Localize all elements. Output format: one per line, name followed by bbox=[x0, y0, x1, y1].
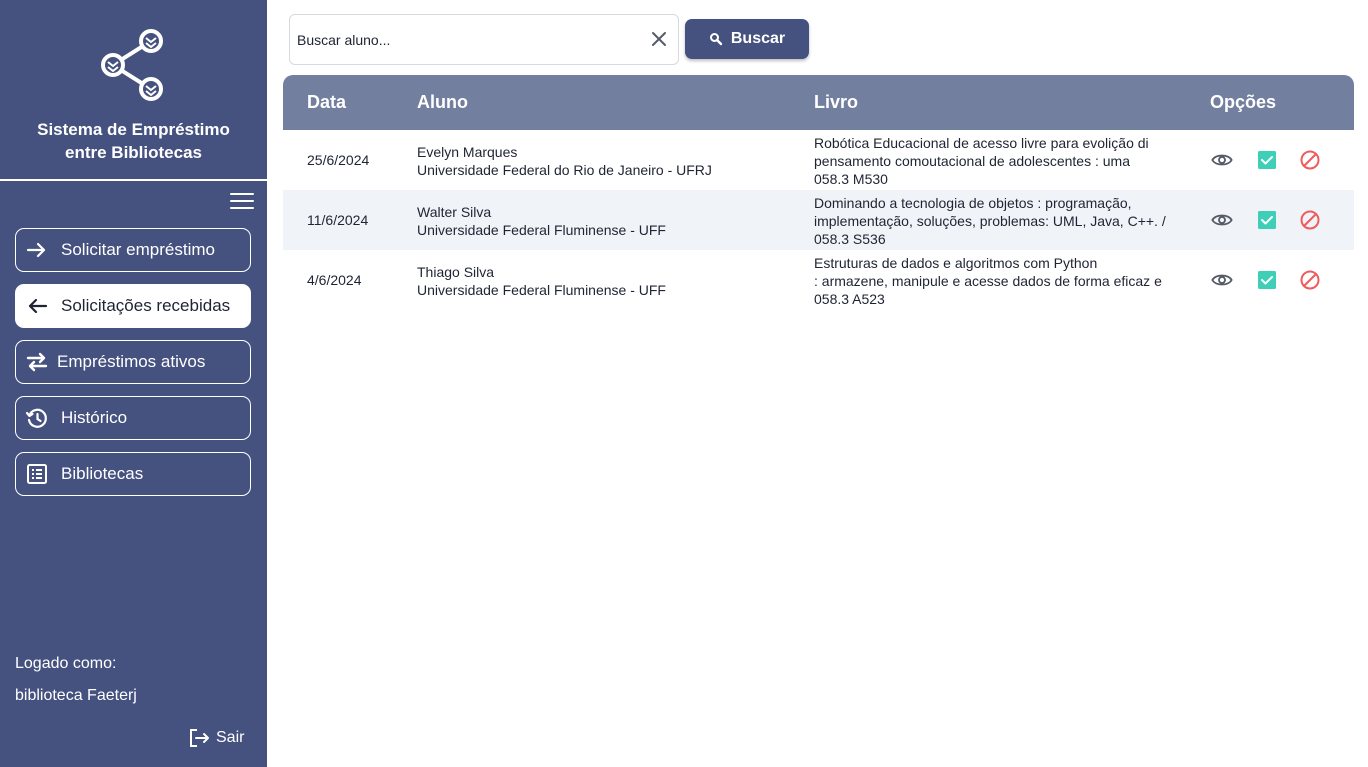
header-opcoes: Opções bbox=[1210, 92, 1277, 112]
logout-icon bbox=[188, 727, 210, 749]
sidebar-item-label: Bibliotecas bbox=[61, 464, 144, 483]
table-header: Data Aluno Livro Opções bbox=[283, 75, 1354, 130]
logout-label: Sair bbox=[216, 729, 245, 746]
sidebar-item-label: Solicitar empréstimo bbox=[61, 240, 215, 259]
book-title-line2: pensamento comoutacional de adolescentes… bbox=[814, 153, 1130, 169]
sidebar-item-historico[interactable]: Histórico bbox=[15, 396, 251, 440]
sidebar-item-label: Histórico bbox=[61, 408, 128, 427]
close-icon[interactable] bbox=[650, 30, 668, 48]
share-logo-icon bbox=[101, 29, 163, 101]
row-date: 4/6/2024 bbox=[307, 272, 362, 288]
search-button-label: Buscar bbox=[730, 30, 786, 47]
row-date: 25/6/2024 bbox=[307, 152, 370, 168]
approve-checkbox-icon[interactable] bbox=[1256, 209, 1278, 231]
book-title-line2: implementação, soluções, problemas: UML,… bbox=[814, 213, 1166, 229]
sidebar-item-solicitacoes-recebidas[interactable]: Solicitações recebidas bbox=[15, 284, 251, 328]
search-box bbox=[289, 14, 679, 65]
book-title-line1: Robótica Educacional de acesso livre par… bbox=[814, 135, 1149, 151]
row-book: Estruturas de dados e algoritmos com Pyt… bbox=[814, 254, 1189, 308]
arrow-right-icon bbox=[25, 238, 49, 262]
search-button[interactable]: Buscar bbox=[685, 19, 809, 59]
sidebar-item-bibliotecas[interactable]: Bibliotecas bbox=[15, 452, 251, 496]
eye-icon[interactable] bbox=[1211, 269, 1233, 291]
sidebar: Sistema de Empréstimo entre Bibliotecas … bbox=[0, 0, 267, 767]
logout-button[interactable]: Sair bbox=[188, 727, 244, 749]
student-name: Walter Silva bbox=[417, 204, 492, 220]
table-row: 25/6/2024 Evelyn Marques Universidade Fe… bbox=[283, 130, 1354, 190]
app-title-line2: entre Bibliotecas bbox=[65, 143, 202, 162]
book-title-line1: Dominando a tecnologia de objetos : prog… bbox=[814, 195, 1132, 211]
row-student: Thiago Silva Universidade Federal Flumin… bbox=[417, 263, 666, 299]
book-callnumber: 058.3 S536 bbox=[814, 231, 886, 247]
logged-user-name: biblioteca Faeterj bbox=[15, 687, 137, 704]
sidebar-item-label: Empréstimos ativos bbox=[57, 352, 206, 371]
row-student: Walter Silva Universidade Federal Flumin… bbox=[417, 203, 666, 239]
table-row: 11/6/2024 Walter Silva Universidade Fede… bbox=[283, 190, 1354, 250]
book-callnumber: 058.3 M530 bbox=[814, 171, 888, 187]
sidebar-item-emprestimos-ativos[interactable]: Empréstimos ativos bbox=[15, 340, 251, 384]
swap-icon bbox=[25, 350, 49, 374]
student-name: Thiago Silva bbox=[417, 264, 495, 280]
logged-as-label: Logado como: bbox=[15, 655, 117, 672]
student-university: Universidade Federal Fluminense - UFF bbox=[417, 282, 666, 298]
header-livro: Livro bbox=[814, 92, 859, 112]
eye-icon[interactable] bbox=[1211, 209, 1233, 231]
approve-checkbox-icon[interactable] bbox=[1256, 269, 1278, 291]
arrow-left-icon bbox=[25, 294, 49, 318]
app-title: Sistema de Empréstimo entre Bibliotecas bbox=[0, 118, 267, 164]
book-callnumber: 058.3 A523 bbox=[814, 291, 885, 307]
requests-table: Data Aluno Livro Opções 25/6/2024 Evelyn… bbox=[283, 75, 1354, 310]
row-student: Evelyn Marques Universidade Federal do R… bbox=[417, 143, 712, 179]
list-icon bbox=[25, 462, 49, 486]
student-university: Universidade Federal do Rio de Janeiro -… bbox=[417, 162, 712, 178]
sidebar-divider bbox=[0, 179, 267, 181]
search-input[interactable] bbox=[297, 29, 637, 51]
row-date: 11/6/2024 bbox=[307, 212, 369, 228]
search-icon bbox=[709, 33, 723, 46]
hamburger-icon[interactable] bbox=[230, 193, 254, 210]
header-data: Data bbox=[307, 92, 347, 112]
book-title-line2: : armazene, manipule e acesse dados de f… bbox=[814, 273, 1162, 289]
reject-icon[interactable] bbox=[1299, 149, 1321, 171]
app-root: Sistema de Empréstimo entre Bibliotecas … bbox=[0, 0, 1368, 767]
brand-header: Sistema de Empréstimo entre Bibliotecas bbox=[0, 0, 267, 180]
eye-icon[interactable] bbox=[1211, 149, 1233, 171]
app-title-line1: Sistema de Empréstimo bbox=[37, 120, 230, 139]
header-aluno: Aluno bbox=[417, 92, 468, 112]
row-book: Dominando a tecnologia de objetos : prog… bbox=[814, 194, 1189, 248]
student-name: Evelyn Marques bbox=[417, 144, 518, 160]
approve-checkbox-icon[interactable] bbox=[1256, 149, 1278, 171]
table-row: 4/6/2024 Thiago Silva Universidade Feder… bbox=[283, 250, 1354, 310]
row-book: Robótica Educacional de acesso livre par… bbox=[814, 134, 1189, 188]
reject-icon[interactable] bbox=[1299, 209, 1321, 231]
student-university: Universidade Federal Fluminense - UFF bbox=[417, 222, 666, 238]
history-icon bbox=[25, 406, 49, 430]
sidebar-item-solicitar-emprestimo[interactable]: Solicitar empréstimo bbox=[15, 228, 251, 272]
reject-icon[interactable] bbox=[1299, 269, 1321, 291]
book-title-line1: Estruturas de dados e algoritmos com Pyt… bbox=[814, 255, 1098, 271]
sidebar-item-label: Solicitações recebidas bbox=[61, 296, 231, 315]
